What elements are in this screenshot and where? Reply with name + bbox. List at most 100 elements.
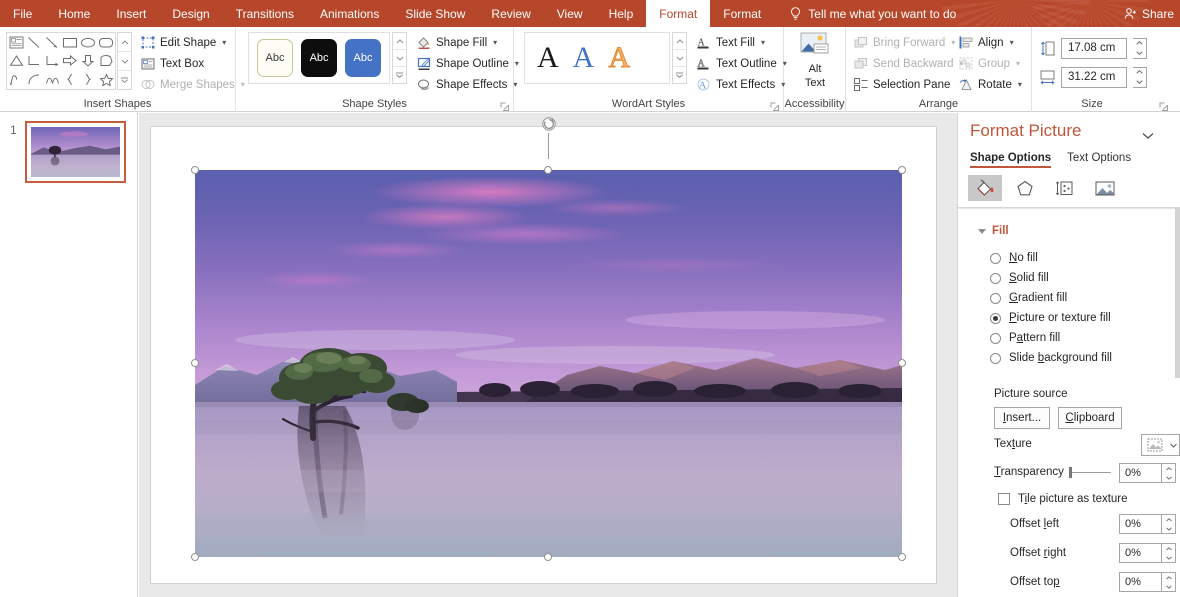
share-button[interactable]: Share xyxy=(1124,0,1174,27)
alt-text-button[interactable]: Alt Text xyxy=(788,31,842,93)
offset-left-spin-down-button[interactable] xyxy=(1162,524,1175,533)
radio-picture-or-texture-fill[interactable]: Picture or texture fill xyxy=(990,312,1111,324)
shape-style-swatch-2[interactable]: Abc xyxy=(301,39,337,77)
radio-no-fill[interactable]: No fill xyxy=(990,252,1038,264)
shape-outline-button[interactable]: Shape Outline ▾ xyxy=(414,54,522,73)
tab-review[interactable]: Review xyxy=(478,0,543,27)
clipboard-button[interactable]: Clipboard xyxy=(1058,407,1122,429)
align-button[interactable]: Align ▾ xyxy=(956,33,1025,52)
format-pane-collapse-button[interactable] xyxy=(1142,129,1154,143)
text-outline-button[interactable]: A Text Outline ▾ xyxy=(694,54,790,73)
wordart-swatch-3[interactable]: A xyxy=(608,43,630,73)
radio-solid-fill-indicator[interactable] xyxy=(990,273,1001,284)
tab-help[interactable]: Help xyxy=(596,0,647,27)
transparency-spin-down-button[interactable] xyxy=(1162,473,1175,482)
resize-handle-middle-right[interactable] xyxy=(898,359,906,367)
shape-height-spinner[interactable] xyxy=(1133,38,1147,59)
shape-styles-scroll-up-button[interactable] xyxy=(393,33,406,50)
wordart-swatch-1[interactable]: A xyxy=(537,43,559,73)
expand-triangle-icon[interactable] xyxy=(978,229,986,234)
offset-right-spin-up-button[interactable] xyxy=(1162,544,1175,553)
wordart-scroll-up-button[interactable] xyxy=(673,33,686,50)
offset-right-spinner[interactable] xyxy=(1162,543,1176,563)
wordart-styles-scroll[interactable] xyxy=(672,32,687,84)
shape-styles-scroll-down-button[interactable] xyxy=(393,50,406,67)
wordart-scroll-down-button[interactable] xyxy=(673,50,686,67)
fill-line-icon-tab[interactable] xyxy=(968,175,1002,201)
offset-top-spin-up-button[interactable] xyxy=(1162,573,1175,582)
wordart-swatch-2[interactable]: A xyxy=(573,43,595,73)
size-properties-icon-tab[interactable] xyxy=(1048,175,1082,201)
shapes-scroll-up-button[interactable] xyxy=(118,33,131,52)
shapes-more-button[interactable] xyxy=(118,71,131,89)
wordart-dialog-launcher[interactable] xyxy=(770,100,779,109)
shape-styles-gallery[interactable]: Abc Abc Abc xyxy=(248,32,390,84)
radio-pattern-fill[interactable]: Pattern fill xyxy=(990,332,1060,344)
offset-top-input[interactable]: 0% xyxy=(1119,572,1162,592)
shapes-scroll-down-button[interactable] xyxy=(118,52,131,71)
wordart-styles-gallery[interactable]: A A A xyxy=(524,32,670,84)
chevron-down-icon[interactable]: ▾ xyxy=(761,38,765,47)
offset-right-spin-down-button[interactable] xyxy=(1162,553,1175,562)
transparency-slider-thumb[interactable] xyxy=(1069,467,1072,478)
slide-canvas[interactable] xyxy=(151,127,936,583)
format-pane-scroll-thumb[interactable] xyxy=(1175,208,1180,378)
offset-right-input[interactable]: 0% xyxy=(1119,543,1162,563)
offset-left-spinner[interactable] xyxy=(1162,514,1176,534)
chevron-down-icon[interactable]: ▾ xyxy=(1018,80,1022,89)
radio-solid-fill[interactable]: Solid fill xyxy=(990,272,1049,284)
shape-styles-scroll[interactable] xyxy=(392,32,407,84)
insert-picture-button[interactable]: Insert... xyxy=(994,407,1050,429)
radio-gradient-fill-indicator[interactable] xyxy=(990,293,1001,304)
picture-icon-tab[interactable] xyxy=(1088,175,1122,201)
tab-transitions[interactable]: Transitions xyxy=(223,0,307,27)
size-dialog-launcher[interactable] xyxy=(1159,100,1168,109)
resize-handle-middle-left[interactable] xyxy=(191,359,199,367)
radio-no-fill-indicator[interactable] xyxy=(990,253,1001,264)
width-spin-up-button[interactable] xyxy=(1133,68,1146,78)
tab-format-active[interactable]: Format xyxy=(646,0,710,27)
text-fill-button[interactable]: A Text Fill ▾ xyxy=(694,33,790,52)
selection-pane-button[interactable]: Selection Pane xyxy=(851,75,967,94)
chevron-down-icon[interactable]: ▾ xyxy=(1010,38,1014,47)
shape-effects-button[interactable]: Shape Effects ▾ xyxy=(414,75,522,94)
shape-styles-more-button[interactable] xyxy=(393,67,406,83)
shape-height-input[interactable]: 17.08 cm xyxy=(1061,38,1127,59)
slide-picture[interactable] xyxy=(195,170,902,557)
format-pane-scrollbar[interactable] xyxy=(1175,208,1180,597)
resize-handle-bottom-center[interactable] xyxy=(544,553,552,561)
tab-format-secondary[interactable]: Format xyxy=(710,0,774,27)
shape-width-spinner[interactable] xyxy=(1133,67,1147,88)
tab-slide-show[interactable]: Slide Show xyxy=(392,0,478,27)
chevron-down-icon[interactable]: ▾ xyxy=(222,38,226,47)
tab-animations[interactable]: Animations xyxy=(307,0,392,27)
tab-view[interactable]: View xyxy=(544,0,596,27)
height-spin-down-button[interactable] xyxy=(1133,48,1146,58)
height-spin-up-button[interactable] xyxy=(1133,39,1146,49)
radio-picture-or-texture-fill-indicator[interactable] xyxy=(990,313,1001,324)
edit-shape-button[interactable]: Edit Shape ▾ xyxy=(138,33,248,52)
tile-picture-as-texture-checkbox[interactable]: Tile picture as texture xyxy=(998,493,1128,505)
radio-pattern-fill-indicator[interactable] xyxy=(990,333,1001,344)
shapes-gallery[interactable] xyxy=(6,32,116,90)
tab-insert[interactable]: Insert xyxy=(103,0,159,27)
tab-design[interactable]: Design xyxy=(159,0,222,27)
fill-section-heading[interactable]: Fill xyxy=(978,225,1009,237)
chevron-down-icon[interactable]: ▾ xyxy=(493,38,497,47)
offset-top-spinner[interactable] xyxy=(1162,572,1176,592)
shape-style-swatch-3[interactable]: Abc xyxy=(345,39,381,77)
offset-left-spin-up-button[interactable] xyxy=(1162,515,1175,524)
transparency-input[interactable]: 0% xyxy=(1119,463,1162,483)
rotate-button[interactable]: Rotate ▾ xyxy=(956,75,1025,94)
resize-handle-bottom-left[interactable] xyxy=(191,553,199,561)
width-spin-down-button[interactable] xyxy=(1133,77,1146,87)
texture-swatch-button[interactable] xyxy=(1141,434,1169,456)
shape-fill-button[interactable]: Shape Fill ▾ xyxy=(414,33,522,52)
tab-home[interactable]: Home xyxy=(45,0,103,27)
shape-width-input[interactable]: 31.22 cm xyxy=(1061,67,1127,88)
resize-handle-bottom-right[interactable] xyxy=(898,553,906,561)
tab-shape-options[interactable]: Shape Options xyxy=(970,152,1051,168)
transparency-slider-track[interactable] xyxy=(1071,472,1111,473)
transparency-spinner[interactable] xyxy=(1162,463,1176,483)
resize-handle-top-center[interactable] xyxy=(544,166,552,174)
